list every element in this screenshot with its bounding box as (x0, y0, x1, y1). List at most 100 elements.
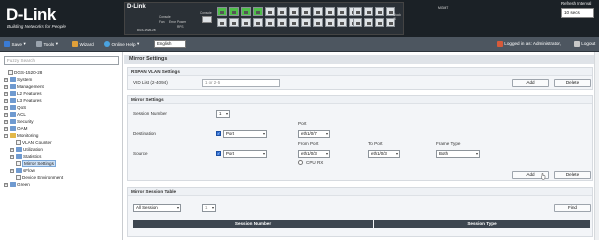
sidebar-item-security[interactable]: + Security (4, 118, 34, 125)
led-label-fan: Fan (159, 20, 165, 24)
session-number-select[interactable]: 1 ▾ (216, 110, 230, 118)
save-icon (4, 41, 10, 47)
sfp-port-27[interactable] (375, 7, 384, 16)
port-3[interactable] (229, 7, 239, 16)
rspan-add-button[interactable]: Add (512, 79, 549, 87)
tools-menu[interactable]: Tools ▾ (36, 41, 58, 47)
port-21[interactable] (337, 7, 347, 16)
sidebar-item-label: Statistics (23, 154, 42, 159)
expand-icon[interactable]: + (10, 154, 14, 159)
console-port-label: Console (200, 11, 212, 15)
vid-list-input[interactable]: 1 or 2-5 (202, 79, 280, 87)
mirror-delete-button[interactable]: Delete (554, 171, 591, 179)
save-menu[interactable]: Save ▾ (4, 41, 26, 47)
expand-icon[interactable]: + (4, 119, 8, 124)
sidebar-item-system[interactable]: + System (4, 76, 32, 83)
led-label-power: Power (177, 20, 187, 24)
port-1[interactable] (217, 7, 227, 16)
destination-label: Destination (133, 131, 156, 136)
online-help-menu[interactable]: Online Help ▾ (104, 41, 139, 47)
port-2[interactable] (217, 18, 227, 27)
sfp-port-26[interactable] (364, 7, 373, 16)
expand-icon[interactable]: + (4, 84, 8, 89)
port-20[interactable] (325, 18, 335, 27)
logout-button[interactable]: Logout (574, 41, 595, 47)
chevron-down-icon: ▾ (55, 41, 59, 46)
folder-icon (9, 77, 16, 82)
sfp-port-30[interactable] (364, 18, 373, 27)
toolbar: Save ▾ Tools ▾ Wizard Online Help ▾ English… (0, 37, 599, 52)
port-12[interactable] (277, 18, 287, 27)
expand-icon[interactable]: + (4, 112, 8, 117)
sidebar-item-statistics[interactable]: + Statistics (10, 153, 41, 160)
mirror-settings-panel: Mirror Settings Session Number 1 ▾ Port D… (127, 95, 593, 181)
fuzzy-search-input[interactable]: Fuzzy Search (4, 56, 119, 65)
expand-icon[interactable]: + (4, 91, 8, 96)
logout-label: Logout (581, 41, 596, 47)
rspan-delete-button[interactable]: Delete (554, 79, 591, 87)
tree-root[interactable]: DGS-1520-28 (8, 69, 42, 76)
sidebar-item-monitoring[interactable]: − Monitoring (4, 132, 38, 139)
port-5[interactable] (241, 7, 251, 16)
session-filter-select[interactable]: All Session ▾ (133, 204, 181, 212)
expand-icon[interactable]: + (4, 182, 8, 187)
destination-type-select[interactable]: Port ▾ (223, 130, 267, 138)
port-4[interactable] (229, 18, 239, 27)
from-port-value: eth1/0/3 (301, 151, 317, 156)
from-port-select[interactable]: eth1/0/3 ▾ (298, 150, 330, 158)
expand-icon[interactable]: + (4, 98, 8, 103)
sidebar-item-utilization[interactable]: + Utilization (10, 146, 43, 153)
sidebar-item-oam[interactable]: + OAM (4, 125, 27, 132)
port-18[interactable] (313, 18, 323, 27)
port-10[interactable] (265, 18, 275, 27)
cpu-rx-checkbox[interactable] (298, 160, 303, 165)
refresh-interval-select[interactable]: 10 secs (561, 8, 594, 18)
port-column-header: Port (298, 121, 307, 126)
port-9[interactable] (265, 7, 275, 16)
sfp-port-31[interactable] (375, 18, 384, 27)
find-button[interactable]: Find (554, 204, 591, 212)
port-11[interactable] (277, 7, 287, 16)
folder-icon (9, 105, 16, 110)
expand-icon[interactable]: + (4, 77, 8, 82)
sidebar-item-l3-features[interactable]: + L3 Features (4, 97, 42, 104)
sidebar-item-mirror-settings[interactable]: Mirror Settings (16, 160, 56, 167)
session-number-filter-select[interactable]: 1 ▾ (202, 204, 216, 212)
sidebar-item-vlan-counter[interactable]: VLAN Counter (16, 139, 52, 146)
port-16[interactable] (301, 18, 311, 27)
sidebar-item-l2-features[interactable]: + L2 Features (4, 90, 42, 97)
page-scrollbar[interactable] (594, 52, 599, 240)
expand-icon[interactable]: + (4, 126, 8, 131)
folder-open-icon (9, 133, 16, 138)
destination-checkbox[interactable]: ✓ (216, 131, 221, 136)
frame-type-select[interactable]: Both ▾ (436, 150, 480, 158)
source-checkbox[interactable]: ✓ (216, 151, 221, 156)
port-19[interactable] (325, 7, 335, 16)
destination-port-select[interactable]: eth1/0/7 ▾ (298, 130, 330, 138)
port-6[interactable] (241, 18, 251, 27)
to-port-select[interactable]: eth1/0/3 ▾ (368, 150, 400, 158)
sidebar-item-green[interactable]: + Green (4, 181, 30, 188)
sfp-port-25[interactable] (353, 7, 362, 16)
port-7[interactable] (253, 7, 263, 16)
expand-icon[interactable]: + (4, 105, 8, 110)
language-select[interactable]: English (154, 40, 186, 48)
source-type-select[interactable]: Port ▾ (223, 150, 267, 158)
port-15[interactable] (301, 7, 311, 16)
sfp-port-29[interactable] (353, 18, 362, 27)
wizard-button[interactable]: Wizard (72, 41, 94, 47)
collapse-icon[interactable]: − (4, 133, 8, 138)
expand-icon[interactable]: + (10, 168, 14, 173)
wizard-icon (72, 41, 78, 47)
port-13[interactable] (289, 7, 299, 16)
sidebar-item-sflow[interactable]: + sFlow (10, 167, 35, 174)
port-14[interactable] (289, 18, 299, 27)
sidebar-item-qos[interactable]: + QoS (4, 104, 26, 111)
port-8[interactable] (253, 18, 263, 27)
sidebar-item-device-environment[interactable]: Device Environment (16, 174, 63, 181)
port-22[interactable] (337, 18, 347, 27)
sidebar-item-acl[interactable]: + ACL (4, 111, 26, 118)
expand-icon[interactable]: + (10, 147, 14, 152)
sidebar-item-management[interactable]: + Management (4, 83, 44, 90)
port-17[interactable] (313, 7, 323, 16)
